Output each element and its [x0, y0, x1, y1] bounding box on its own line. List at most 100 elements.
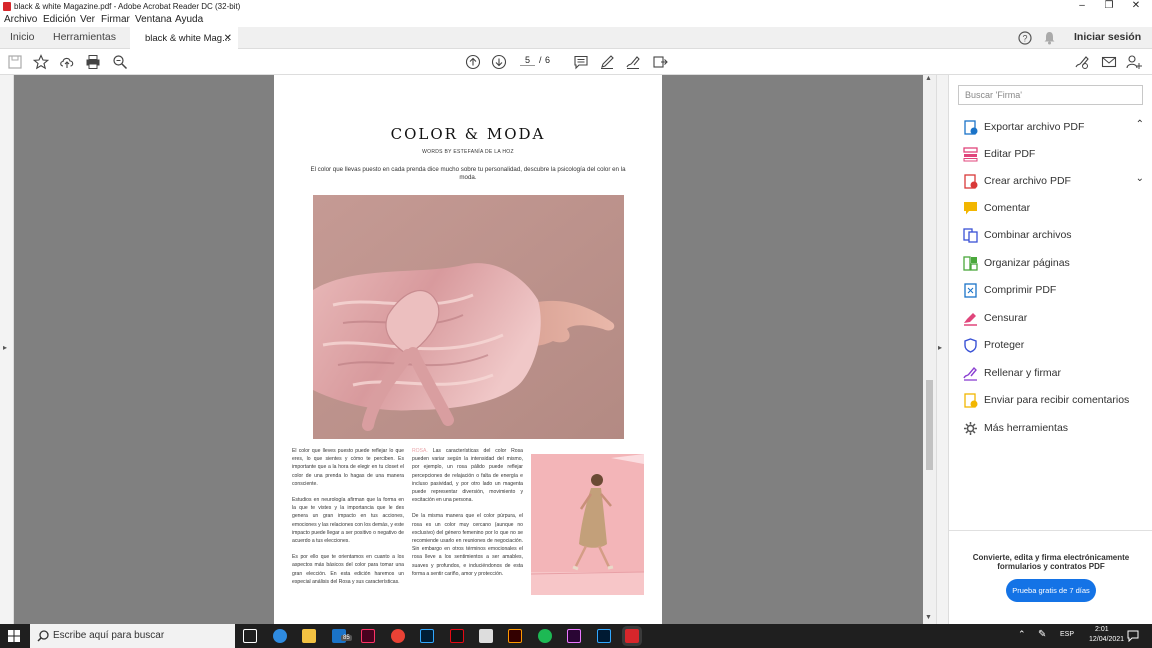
email-icon[interactable] [1101, 54, 1117, 70]
windows-taskbar: Escribe aquí para buscar 85 ⌃ ✎ ESP 2:01… [0, 624, 1152, 648]
collapse-right-pane-icon[interactable]: ▸ [938, 343, 942, 352]
tool-protect[interactable]: Proteger [963, 337, 1148, 355]
print-icon[interactable] [85, 54, 101, 70]
illustrator-icon[interactable] [508, 629, 522, 643]
premiere-icon[interactable] [567, 629, 581, 643]
tab-inicio[interactable]: Inicio [10, 27, 35, 49]
scroll-down-icon[interactable]: ▼ [925, 614, 932, 621]
expand-chevron-icon[interactable]: ⌄ [1136, 173, 1144, 184]
tool-create-pdf[interactable]: Crear archivo PDF ⌄ [963, 173, 1148, 191]
column-2-paragraph-1: ROSA. Las características del color Rosa… [412, 447, 523, 504]
pen-icon[interactable] [599, 54, 615, 70]
tool-fill-sign[interactable]: Rellenar y firmar [963, 365, 1148, 383]
zoom-search-icon[interactable] [112, 54, 128, 70]
fill-sign-toolbar-icon[interactable] [1074, 54, 1090, 70]
tool-edit-pdf[interactable]: Editar PDF [963, 146, 1148, 164]
close-window-button[interactable]: ✕ [1122, 0, 1150, 13]
sleeve-photo [313, 195, 624, 439]
menu-archivo[interactable]: Archivo [4, 14, 37, 25]
free-trial-button[interactable]: Prueba gratis de 7 días [1006, 579, 1096, 602]
menu-edicion[interactable]: Edición [43, 14, 76, 25]
left-pane-toggle[interactable]: ▸ [0, 75, 14, 624]
tool-redact[interactable]: Censurar [963, 310, 1148, 328]
photoshop-icon[interactable] [420, 629, 434, 643]
tool-label: Proteger [984, 339, 1025, 351]
svg-text:?: ? [1022, 34, 1027, 44]
microsoft-store-icon[interactable] [479, 629, 493, 643]
document-viewport[interactable]: COLOR & MODA WORDS BY ESTEFANÍA DE LA HO… [14, 75, 923, 624]
tool-more-tools[interactable]: Más herramientas [963, 420, 1148, 438]
minimize-button[interactable]: – [1068, 0, 1096, 13]
bookmark-star-icon[interactable] [33, 54, 49, 70]
page-number-input[interactable]: 5 [520, 55, 535, 66]
signin-link[interactable]: Iniciar sesión [1074, 27, 1141, 49]
tool-send-review[interactable]: Enviar para recibir comentarios [963, 392, 1148, 410]
menu-ayuda[interactable]: Ayuda [175, 14, 203, 25]
window-title: black & white Magazine.pdf - Adobe Acrob… [14, 2, 241, 11]
search-icon [37, 630, 49, 642]
next-page-icon[interactable] [491, 54, 507, 70]
scroll-up-icon[interactable]: ▲ [925, 75, 932, 82]
menu-ver[interactable]: Ver [80, 14, 95, 25]
edge-browser-icon[interactable] [273, 629, 287, 643]
collapse-chevron-icon[interactable]: ⌃ [1136, 119, 1144, 130]
toolbar: 5 / 6 [0, 49, 1152, 75]
acrobat-logo-icon [3, 2, 11, 11]
show-hidden-icons-icon[interactable]: ⌃ [1018, 629, 1026, 640]
taskbar-search-input[interactable]: Escribe aquí para buscar [30, 624, 235, 648]
fill-sign-icon [963, 366, 977, 381]
netflix-icon[interactable] [450, 629, 464, 643]
save-icon[interactable] [7, 54, 23, 70]
redact-icon [964, 313, 977, 326]
tools-pane: Buscar 'Firma' Exportar archivo PDF ⌃ Ed… [948, 75, 1152, 624]
spotify-icon[interactable] [538, 629, 552, 643]
bell-icon[interactable] [1043, 31, 1056, 45]
edit-pdf-icon [963, 147, 978, 162]
document-scrollbar[interactable]: ▲ ▼ [923, 75, 936, 624]
tool-comment[interactable]: Comentar [963, 200, 1148, 218]
tab-herramientas[interactable]: Herramientas [53, 27, 116, 49]
add-user-icon[interactable] [1126, 54, 1142, 70]
menu-ventana[interactable]: Ventana [135, 14, 172, 25]
notifications-icon[interactable] [1127, 630, 1139, 642]
indesign-icon[interactable] [361, 629, 375, 643]
tool-export-pdf[interactable]: Exportar archivo PDF ⌃ [963, 119, 1148, 137]
column-2-paragraph-1-text: Las características del color Rosa puede… [412, 448, 523, 504]
close-tab-icon[interactable]: ✕ [224, 29, 232, 48]
upload-cloud-icon[interactable] [59, 54, 75, 70]
file-explorer-icon[interactable] [302, 629, 316, 643]
acrobat-taskbar-icon[interactable] [625, 629, 639, 643]
scrollbar-thumb[interactable] [926, 380, 933, 470]
chrome-icon[interactable] [391, 629, 405, 643]
previous-page-icon[interactable] [465, 54, 481, 70]
expand-left-pane-icon[interactable]: ▸ [3, 343, 7, 352]
right-pane-toggle[interactable]: ▸ [936, 75, 948, 624]
sign-icon[interactable] [625, 54, 641, 70]
comment-icon[interactable] [573, 54, 589, 70]
clock-date[interactable]: 12/04/2021 [1089, 636, 1124, 643]
tool-label: Censurar [984, 312, 1028, 324]
menu-firmar[interactable]: Firmar [101, 14, 130, 25]
share-tools-icon[interactable] [652, 54, 668, 70]
windows-start-icon[interactable] [8, 630, 20, 642]
tool-compress-pdf[interactable]: Comprimir PDF [963, 282, 1148, 300]
tab-document[interactable]: black & white Mag... ✕ [130, 27, 238, 49]
restore-button[interactable]: ❐ [1095, 0, 1123, 13]
tool-label: Enviar para recibir comentarios [984, 394, 1130, 406]
lightroom-icon[interactable] [597, 629, 611, 643]
task-view-icon[interactable] [243, 629, 257, 643]
tool-organize-pages[interactable]: Organizar páginas [963, 255, 1148, 273]
tab-bar: Inicio Herramientas black & white Mag...… [0, 27, 1152, 49]
article-intro: El color que llevas puesto en cada prend… [310, 166, 626, 181]
tool-label: Comentar [984, 202, 1031, 214]
column-1-paragraph-3: Es por ello que te orientamos en cuanto … [292, 554, 404, 585]
column-1-paragraph-1: El color que lleves puesto puede refleja… [292, 448, 404, 487]
language-indicator[interactable]: ESP [1060, 631, 1074, 638]
tool-label: Exportar archivo PDF [984, 121, 1085, 133]
network-icon[interactable]: ✎ [1038, 629, 1046, 640]
tool-combine-files[interactable]: Combinar archivos [963, 227, 1148, 245]
clock-time[interactable]: 2:01 [1095, 626, 1109, 633]
help-icon[interactable]: ? [1018, 31, 1032, 45]
tools-search-input[interactable]: Buscar 'Firma' [958, 85, 1143, 105]
tool-label: Editar PDF [984, 148, 1036, 160]
